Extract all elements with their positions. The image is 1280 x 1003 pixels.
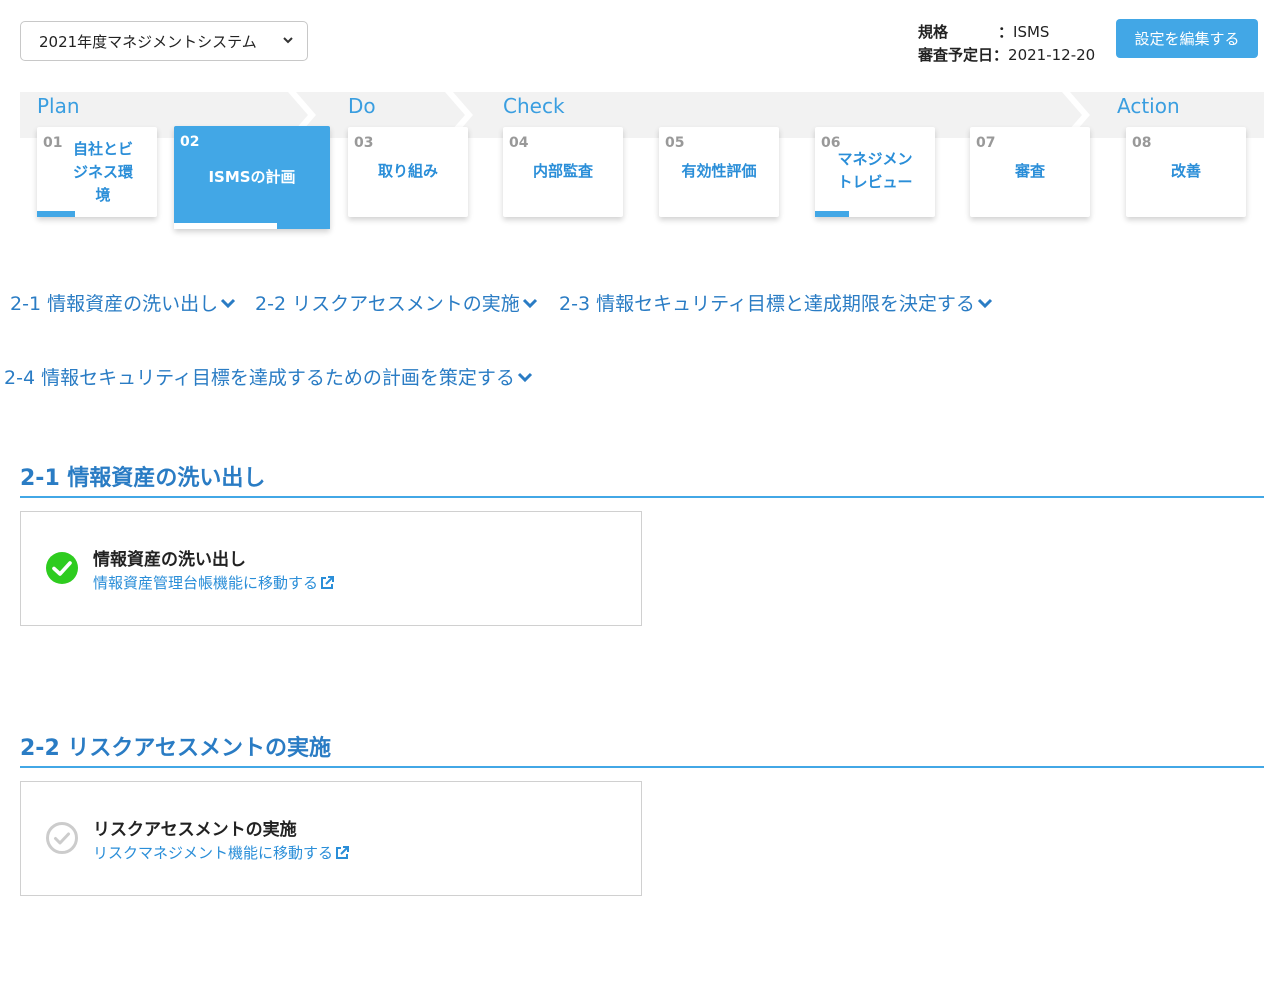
step-01[interactable]: 01 自社とビジネス環境	[37, 127, 157, 217]
chevron-down-icon	[221, 298, 236, 308]
phase-plan: Plan	[37, 94, 80, 118]
task-card-2-1: 情報資産の洗い出し 情報資産管理台帳機能に移動する	[20, 511, 642, 626]
section-divider	[20, 766, 1264, 768]
step-04[interactable]: 04 内部監査	[503, 127, 623, 217]
anchor-link-label: 2-3 情報セキュリティ目標と達成期限を決定する	[559, 293, 975, 315]
audit-meta: 規格 ： ISMS 審査予定日 ： 2021-12-20	[918, 21, 1095, 67]
step-label: 改善	[1170, 162, 1201, 180]
task-link-label: 情報資産管理台帳機能に移動する	[93, 574, 319, 592]
phase-do: Do	[348, 94, 376, 118]
step-label: マネジメントレビュー	[837, 150, 913, 191]
anchor-link-label: 2-4 情報セキュリティ目標を達成するための計画を策定する	[4, 367, 515, 389]
step-05[interactable]: 05 有効性評価	[659, 127, 779, 217]
standard-sep: ：	[998, 23, 1014, 41]
anchor-link-2-2[interactable]: 2-2 リスクアセスメントの実施	[255, 289, 538, 316]
task-title: リスクアセスメントの実施	[93, 820, 297, 840]
anchor-link-2-1[interactable]: 2-1 情報資産の洗い出し	[10, 289, 236, 316]
step-progress-bar	[174, 223, 277, 229]
step-03[interactable]: 03 取り組み	[348, 127, 468, 217]
phase-check: Check	[503, 94, 565, 118]
task-link[interactable]: 情報資産管理台帳機能に移動する	[93, 572, 335, 593]
audit-date-key: 審査予定日	[918, 46, 994, 64]
anchor-link-label: 2-1 情報資産の洗い出し	[10, 293, 219, 315]
external-link-icon	[336, 845, 350, 859]
management-system-select[interactable]: 2021年度マネジメントシステム	[20, 21, 308, 61]
external-link-icon	[321, 575, 335, 589]
task-link-label: リスクマネジメント機能に移動する	[93, 844, 334, 862]
step-08[interactable]: 08 改善	[1126, 127, 1246, 217]
step-06[interactable]: 06 マネジメントレビュー	[815, 127, 935, 217]
chevron-down-icon	[517, 372, 532, 382]
step-02[interactable]: 02 ISMSの計画	[174, 126, 330, 229]
audit-date-sep: ：	[993, 46, 1009, 64]
check-circle-outline-icon	[46, 822, 78, 854]
step-progress-bar	[37, 211, 75, 217]
task-link[interactable]: リスクマネジメント機能に移動する	[93, 842, 350, 863]
section-divider	[20, 496, 1264, 498]
standard-value: ISMS	[1013, 23, 1050, 41]
task-title: 情報資産の洗い出し	[93, 550, 246, 570]
chevron-down-icon	[522, 298, 537, 308]
audit-date-value: 2021-12-20	[1008, 46, 1096, 64]
section-title-2-2: 2-2 リスクアセスメントの実施	[20, 736, 331, 761]
step-progress-bar	[815, 211, 849, 217]
check-circle-icon	[46, 552, 78, 584]
anchor-link-label: 2-2 リスクアセスメントの実施	[255, 293, 520, 315]
edit-settings-button[interactable]: 設定を編集する	[1116, 19, 1258, 58]
chevron-down-icon	[283, 37, 293, 44]
step-07[interactable]: 07 審査	[970, 127, 1090, 217]
step-label: 有効性評価	[681, 162, 757, 180]
step-label: 自社とビジネス環境	[72, 139, 133, 204]
task-card-2-2: リスクアセスメントの実施 リスクマネジメント機能に移動する	[20, 781, 642, 896]
standard-key: 規格	[918, 23, 949, 41]
anchor-link-2-4[interactable]: 2-4 情報セキュリティ目標を達成するための計画を策定する	[4, 363, 533, 390]
step-label: 取り組み	[377, 162, 438, 180]
chevron-down-icon	[977, 298, 992, 308]
step-label: 内部監査	[532, 162, 593, 180]
step-label: ISMSの計画	[208, 168, 296, 186]
phase-action: Action	[1117, 94, 1180, 118]
step-label: 審査	[1014, 162, 1045, 180]
section-title-2-1: 2-1 情報資産の洗い出し	[20, 466, 266, 491]
management-system-select-value: 2021年度マネジメントシステム	[39, 32, 257, 51]
anchor-link-2-3[interactable]: 2-3 情報セキュリティ目標と達成期限を決定する	[559, 289, 993, 316]
